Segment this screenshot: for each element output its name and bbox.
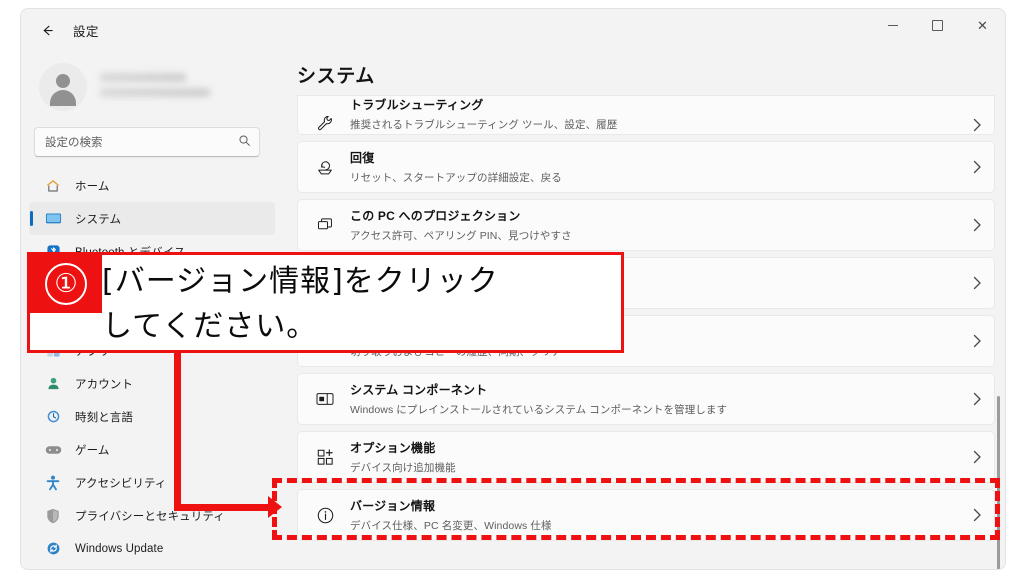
chevron-right-icon	[960, 276, 994, 290]
windows-update-icon	[43, 540, 63, 558]
gaming-icon	[43, 441, 63, 459]
account-icon	[43, 375, 63, 393]
chevron-right-icon	[960, 450, 994, 464]
accessibility-icon	[43, 474, 63, 492]
sidebar-item-label: Windows Update	[75, 542, 164, 555]
window-title: 設定	[73, 25, 99, 39]
home-icon	[43, 177, 63, 195]
annotation-text: [バージョン情報]をクリック してください。	[102, 264, 499, 344]
sidebar-item-label: ゲーム	[75, 444, 110, 457]
back-arrow-icon[interactable]	[33, 17, 61, 43]
search-input[interactable]: 設定の検索	[34, 127, 260, 157]
annotation-callout: ① [バージョン情報]をクリック してください。	[27, 252, 624, 353]
chevron-right-icon	[960, 392, 994, 406]
profile-name-redacted	[100, 73, 186, 82]
chevron-right-icon	[960, 118, 994, 132]
settings-card-optional-features[interactable]: オプション機能 デバイス向け追加機能	[297, 431, 995, 483]
settings-card-troubleshoot[interactable]: トラブルシューティング 推奨されるトラブルシューティング ツール、設定、履歴	[297, 95, 995, 135]
sidebar-item-label: ホーム	[75, 180, 110, 193]
card-title: システム コンポーネント	[350, 383, 488, 397]
settings-card-text: 回復 リセット、スタートアップの詳細設定、戻る	[350, 149, 960, 185]
minimize-icon[interactable]	[870, 9, 915, 41]
sidebar-item-windows-update[interactable]: Windows Update	[29, 532, 275, 565]
settings-card-text: オプション機能 デバイス向け追加機能	[350, 439, 960, 475]
sidebar-item-label: 時刻と言語	[75, 411, 133, 424]
search-icon	[238, 134, 251, 152]
settings-card-system-components[interactable]: システム コンポーネント Windows にプレインストールされているシステム …	[297, 373, 995, 425]
maximize-icon[interactable]	[915, 9, 960, 41]
annotation-arrow-horizontal	[174, 504, 274, 511]
card-title: この PC へのプロジェクション	[350, 209, 521, 223]
sidebar-item-accounts[interactable]: アカウント	[29, 367, 275, 400]
settings-card-recovery[interactable]: 回復 リセット、スタートアップの詳細設定、戻る	[297, 141, 995, 193]
system-components-icon	[312, 391, 338, 407]
step-number-badge: ①	[30, 255, 102, 313]
close-icon[interactable]: ✕	[960, 9, 1005, 41]
optional-features-icon	[312, 448, 338, 467]
sidebar-item-label: アカウント	[75, 378, 133, 391]
card-title: トラブルシューティング	[350, 98, 484, 112]
sidebar-item-gaming[interactable]: ゲーム	[29, 433, 275, 466]
sidebar-item-label: アクセシビリティ	[75, 477, 167, 490]
shield-icon	[43, 507, 63, 525]
card-subtitle: アクセス許可、ペアリング PIN、見つけやすさ	[350, 230, 572, 242]
card-title: オプション機能	[350, 441, 436, 455]
annotation-arrow-head	[268, 496, 282, 518]
settings-card-text: この PC へのプロジェクション アクセス許可、ペアリング PIN、見つけやすさ	[350, 207, 960, 243]
page-title: システム	[297, 66, 375, 87]
card-title: 回復	[350, 151, 375, 165]
highlight-dashed-box	[272, 478, 1000, 540]
card-subtitle: リセット、スタートアップの詳細設定、戻る	[350, 172, 562, 184]
system-monitor-icon	[43, 210, 63, 228]
step-number: ①	[45, 263, 87, 305]
avatar	[39, 63, 87, 111]
sidebar-item-home[interactable]: ホーム	[29, 169, 275, 202]
settings-card-projection[interactable]: この PC へのプロジェクション アクセス許可、ペアリング PIN、見つけやすさ	[297, 199, 995, 251]
sidebar-item-accessibility[interactable]: アクセシビリティ	[29, 466, 275, 499]
card-subtitle: Windows にプレインストールされているシステム コンポーネントを管理します	[350, 404, 728, 416]
chevron-right-icon	[960, 334, 994, 348]
screenshot-root: 設定 ✕ 設定の検索 ホーム システム アカウント 時刻と言語 ゲーム アクセシ…	[0, 0, 1024, 576]
search-placeholder: 設定の検索	[45, 137, 103, 149]
chevron-right-icon	[960, 218, 994, 232]
sidebar-item-time-language[interactable]: 時刻と言語	[29, 400, 275, 433]
projection-icon	[312, 216, 338, 234]
profile-email-redacted	[100, 88, 210, 97]
annotation-arrow-vertical	[174, 353, 181, 508]
card-subtitle: 推奨されるトラブルシューティング ツール、設定、履歴	[350, 119, 618, 131]
recovery-icon	[312, 158, 338, 176]
title-bar: 設定 ✕	[21, 9, 1005, 51]
sidebar-item-system[interactable]: システム	[29, 202, 275, 235]
wrench-icon	[312, 114, 338, 132]
time-language-icon	[43, 408, 63, 426]
user-profile[interactable]	[37, 59, 267, 119]
settings-card-text: トラブルシューティング 推奨されるトラブルシューティング ツール、設定、履歴	[350, 96, 960, 132]
sidebar-item-label: システム	[75, 213, 122, 226]
chevron-right-icon	[960, 160, 994, 174]
card-subtitle: デバイス向け追加機能	[350, 462, 456, 474]
settings-card-text: システム コンポーネント Windows にプレインストールされているシステム …	[350, 381, 960, 417]
